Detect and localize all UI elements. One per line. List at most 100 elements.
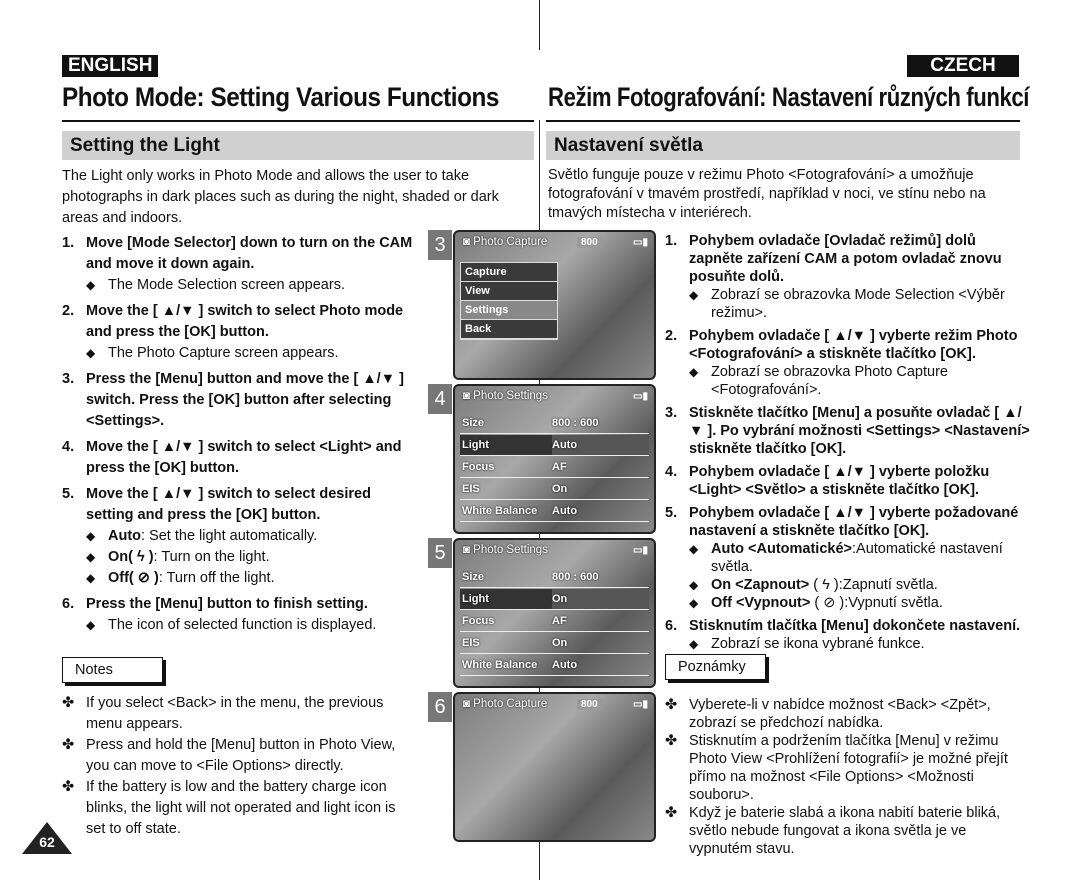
step-text: Move the [ ▲/▼ ] switch to select <Light…: [86, 439, 402, 476]
setting-name: Size: [462, 571, 485, 583]
subitem-text: The Photo Capture screen appears.: [108, 345, 339, 361]
camera-icon: ◙: [463, 698, 474, 710]
step-number: 5.: [665, 505, 678, 521]
note-item: ✤ Vyberete-li v nabídce možnost <Back> <Z…: [665, 696, 1030, 732]
subitem-keyword: Auto: [108, 528, 142, 544]
step-subitem: ◆ Auto: Set the light automatically.: [86, 526, 422, 547]
step-text: Stiskněte tlačítko [Menu] a posuňte ovla…: [689, 405, 1030, 457]
subitem-keyword: Off <Vypnout>: [711, 595, 811, 611]
english-label: ENGLISH: [62, 55, 159, 77]
setting-name: Focus: [462, 615, 495, 627]
step-body: Pohybem ovladače [Ovladač režimů] dolů z…: [689, 232, 1030, 322]
setting-value: AF: [552, 615, 567, 627]
step-body: Pohybem ovladače [ ▲/▼ ] vyberte režim P…: [689, 327, 1030, 399]
subitem-keyword: Auto <Automatické>: [711, 541, 852, 557]
settings-row: Light Auto: [460, 435, 649, 456]
camera-icon: ◙: [463, 236, 474, 248]
step-text: Press the [Menu] button and move the [ ▲…: [86, 371, 404, 429]
step-item: 4. Move the [ ▲/▼ ] switch to select <Lig…: [62, 437, 422, 479]
czech-notes-label: Poznámky: [665, 654, 766, 680]
note-text: If you select <Back> in the menu, the pr…: [86, 695, 384, 732]
diamond-bullet-icon: ◆: [86, 346, 96, 360]
settings-row: Focus AF: [460, 611, 649, 632]
subitem-content: Auto: Set the light automatically.: [108, 526, 317, 547]
camera-icon: ◙: [463, 390, 474, 402]
step-subitem: ◆ The icon of selected function is displa…: [86, 615, 422, 636]
camera-screen: ◙ Photo Settings ▭▮ Size 800 : 600 Light On Fo…: [453, 538, 656, 688]
step-text: Pohybem ovladače [Ovladač režimů] dolů z…: [689, 233, 1002, 285]
step-body: Press the [Menu] button to finish settin…: [86, 594, 422, 636]
note-bullet-icon: ✤: [665, 805, 678, 821]
czech-notes: ✤ Vyberete-li v nabídce možnost <Back> <Z…: [665, 696, 1030, 858]
screen-step-number: 4: [428, 384, 452, 414]
screen-step-number: 5: [428, 538, 452, 568]
note-text: Press and hold the [Menu] button in Phot…: [86, 737, 396, 774]
battery-icon: ▭▮: [633, 699, 648, 710]
subitem-content: The icon of selected function is display…: [108, 615, 376, 636]
battery-icon: ▭▮: [633, 237, 648, 248]
screen-header: ◙ Photo Capture: [463, 698, 547, 710]
setting-value: On: [552, 589, 649, 609]
step-text: Press the [Menu] button to finish settin…: [86, 596, 368, 612]
subitem-text: The icon of selected function is display…: [108, 617, 377, 633]
step-number: 6.: [62, 596, 75, 612]
step-subitem: ◆ The Mode Selection screen appears.: [86, 275, 422, 296]
camera-icon: ◙: [463, 544, 474, 556]
step-item: 1. Move [Mode Selector] down to turn on t…: [62, 233, 422, 296]
camera-screen: ◙ Photo Settings ▭▮ Size 800 : 600 Light Auto…: [453, 384, 656, 534]
step-text: Stisknutím tlačítka [Menu] dokončete nas…: [689, 618, 1021, 634]
english-title: Photo Mode: Setting Various Functions: [62, 82, 499, 112]
subitem-text: ( ⊘ ):Vypnutí světla.: [810, 595, 943, 611]
step-item: 5. Move the [ ▲/▼ ] switch to select desi…: [62, 484, 422, 589]
diamond-bullet-icon: ◆: [86, 550, 96, 564]
subitem-content: Zobrazí se ikona vybrané funkce.: [711, 635, 925, 653]
subitem-text: The Mode Selection screen appears.: [108, 277, 345, 293]
subitem-content: Off( ⊘ ): Turn off the light.: [108, 568, 275, 589]
setting-value: Auto: [552, 659, 578, 671]
settings-row: Size 800 : 600: [460, 567, 649, 588]
setting-name: White Balance: [462, 659, 538, 671]
step-number: 1.: [62, 235, 75, 251]
step-number: 2.: [62, 303, 75, 319]
note-bullet-icon: ✤: [665, 733, 678, 749]
setting-name: White Balance: [462, 505, 538, 517]
divider: [539, 0, 540, 50]
setting-name: Focus: [462, 461, 495, 473]
step-item: 6. Press the [Menu] button to finish sett…: [62, 594, 422, 636]
subitem-keyword: On( ϟ ): [108, 549, 154, 565]
step-number: 5.: [62, 486, 75, 502]
english-steps: 1. Move [Mode Selector] down to turn on t…: [62, 233, 422, 641]
diamond-bullet-icon: ◆: [86, 618, 96, 632]
subitem-text: : Turn on the light.: [153, 549, 270, 565]
step-body: Move the [ ▲/▼ ] switch to select <Light…: [86, 437, 422, 479]
czech-label: CZECH: [907, 55, 1019, 77]
step-subitem: ◆ Zobrazí se obrazovka Mode Selection <Vý…: [689, 286, 1030, 322]
step-item: 4. Pohybem ovladače [ ▲/▼ ] vyberte polož…: [665, 463, 1030, 499]
czech-intro: Světlo funguje pouze v režimu Photo <Fot…: [548, 167, 986, 221]
step-number: 4.: [665, 464, 678, 480]
czech-steps: 1. Pohybem ovladače [Ovladač režimů] dolů…: [665, 232, 1030, 658]
diamond-bullet-icon: ◆: [689, 637, 699, 651]
rule: [546, 120, 1020, 122]
step-text: Pohybem ovladače [ ▲/▼ ] vyberte požadov…: [689, 505, 1019, 539]
battery-icon: ▭▮: [633, 545, 648, 556]
screen-header: ◙ Photo Settings: [463, 544, 548, 556]
diamond-bullet-icon: ◆: [86, 278, 96, 292]
step-item: 5. Pohybem ovladače [ ▲/▼ ] vyberte požad…: [665, 504, 1030, 612]
rule: [62, 120, 534, 122]
menu-item: Back: [461, 320, 557, 339]
step-body: Move [Mode Selector] down to turn on the…: [86, 233, 422, 296]
subitem-text: Zobrazí se ikona vybrané funkce.: [711, 636, 925, 652]
note-text: If the battery is low and the battery ch…: [86, 779, 396, 837]
english-intro: The Light only works in Photo Mode and a…: [62, 168, 499, 226]
step-text: Move [Mode Selector] down to turn on the…: [86, 235, 413, 272]
setting-value: Auto: [552, 435, 649, 455]
step-number: 2.: [665, 328, 678, 344]
manual-page: ENGLISH CZECH Photo Mode: Setting Variou…: [0, 0, 1080, 880]
screen-title: Photo Settings: [473, 390, 548, 402]
step-text: Move the [ ▲/▼ ] switch to select desire…: [86, 486, 371, 523]
diamond-bullet-icon: ◆: [689, 596, 699, 610]
subitem-text: : Turn off the light.: [158, 570, 275, 586]
note-item: ✤ If you select <Back> in the menu, the p…: [62, 693, 412, 735]
note-text: Vyberete-li v nabídce možnost <Back> <Zp…: [689, 697, 991, 731]
